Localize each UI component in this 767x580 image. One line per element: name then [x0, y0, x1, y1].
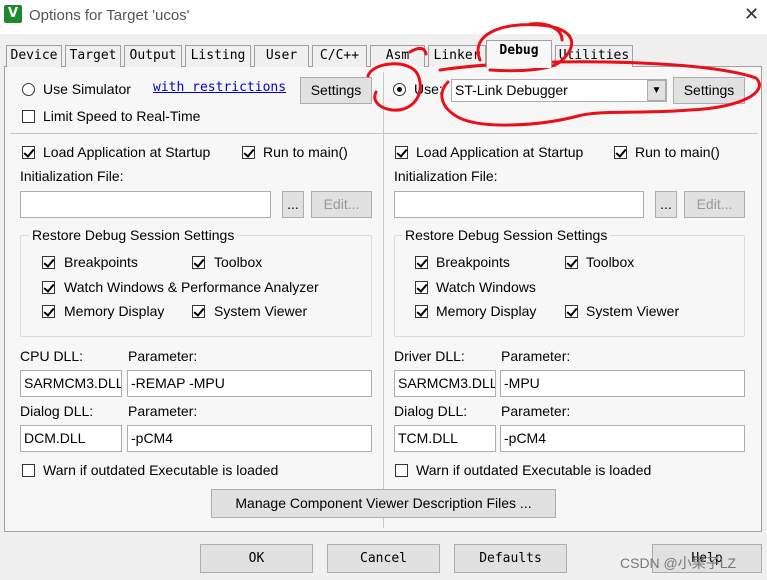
annotation-debugger-oval: [438, 60, 761, 127]
annotation-use-radio-circle: [366, 62, 422, 112]
red-annotation-overlay: [366, 22, 761, 127]
annotation-pen-stroke: [408, 46, 428, 56]
tab-debug[interactable]: Debug: [486, 40, 552, 68]
